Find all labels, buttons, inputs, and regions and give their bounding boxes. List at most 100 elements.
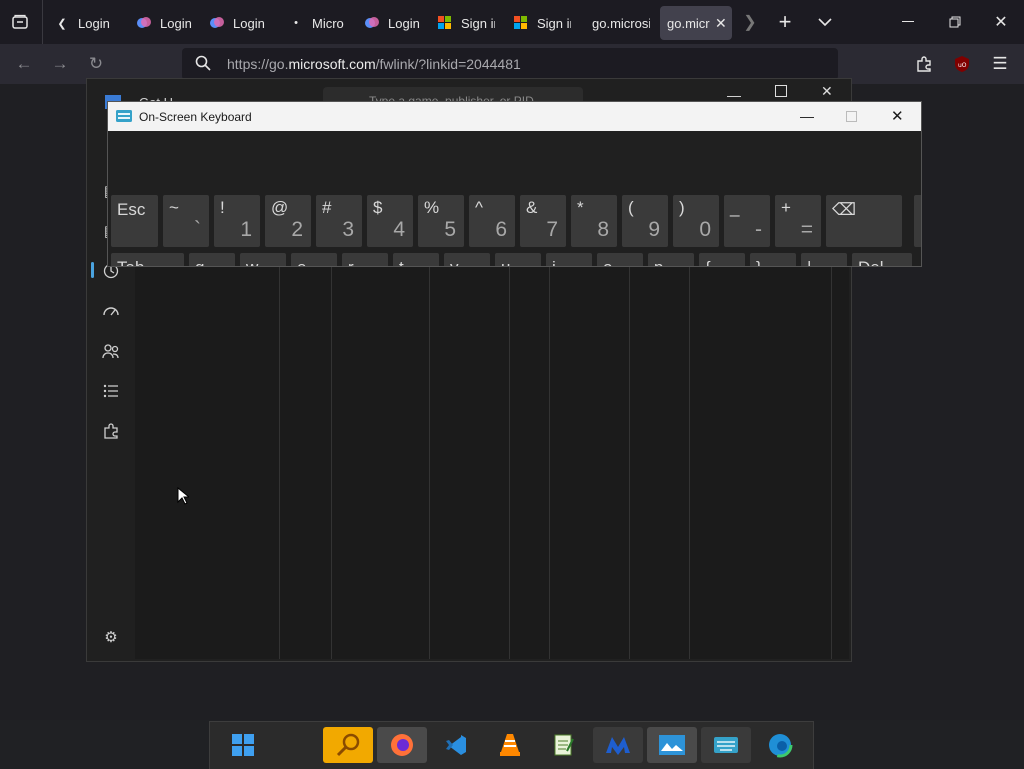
- tab-7[interactable]: Sign in: [513, 6, 571, 40]
- scroll-tabs-right-icon[interactable]: ❯: [736, 8, 764, 36]
- column-divider: [279, 265, 280, 659]
- osk-key[interactable]: p: [648, 253, 694, 266]
- osk-key[interactable]: Del: [852, 253, 912, 266]
- extensions-puzzle-icon[interactable]: [910, 50, 938, 78]
- copilot-icon: [209, 15, 225, 31]
- settings-icon[interactable]: ⚙: [95, 623, 127, 651]
- list-tabs-chevron-down-icon[interactable]: [811, 8, 839, 36]
- vscode-icon[interactable]: [431, 727, 481, 763]
- tab-8[interactable]: go.microsi: [592, 6, 650, 40]
- osk-key[interactable]: ) 0: [673, 195, 719, 247]
- osk-key[interactable]: ^ 6: [469, 195, 515, 247]
- osk-key-partial[interactable]: [914, 195, 921, 247]
- osk-key[interactable]: #3: [316, 195, 362, 247]
- tab-3[interactable]: Login: [209, 6, 269, 40]
- osk-key[interactable]: i: [546, 253, 592, 266]
- users-icon[interactable]: [95, 337, 127, 365]
- minimize-icon[interactable]: [894, 8, 922, 36]
- osk-key-label: 8: [597, 218, 609, 241]
- osk-key[interactable]: @2: [265, 195, 311, 247]
- osk-key[interactable]: ⌫: [826, 195, 902, 247]
- malwarebytes-icon[interactable]: [593, 727, 643, 763]
- osk-key[interactable]: & 7: [520, 195, 566, 247]
- osk-key[interactable]: o: [597, 253, 643, 266]
- url-prefix: https://go.: [227, 56, 289, 72]
- new-tab-icon[interactable]: +: [771, 8, 799, 36]
- osk-key-shift-label: $: [373, 198, 383, 217]
- osk-close-icon[interactable]: ✕: [891, 107, 904, 125]
- osk-key[interactable]: w: [240, 253, 286, 266]
- osk-key[interactable]: r: [342, 253, 388, 266]
- tab-6[interactable]: Sign in: [437, 6, 495, 40]
- tab-4[interactable]: • Micros: [288, 6, 344, 40]
- puzzle-icon[interactable]: [95, 417, 127, 445]
- notepad-icon[interactable]: [539, 727, 589, 763]
- reload-icon[interactable]: ↻: [82, 50, 110, 78]
- tab-2[interactable]: Login: [136, 6, 196, 40]
- tab-9-label: go.micr: [667, 15, 710, 31]
- browser-tab-bar: ❮ Login Login Login • Micros Login Sign …: [0, 0, 1024, 44]
- osk-key[interactable]: u: [495, 253, 541, 266]
- osk-key-label: ⌫: [832, 200, 857, 219]
- windows-start-icon[interactable]: [218, 727, 268, 763]
- osk-key[interactable]: }: [750, 253, 796, 266]
- copilot-icon: [364, 15, 380, 31]
- list-icon[interactable]: [95, 377, 127, 405]
- osk-key[interactable]: e: [291, 253, 337, 266]
- restore-icon[interactable]: [941, 8, 969, 36]
- search-icon: [195, 55, 211, 76]
- osk-key-shift-label: %: [424, 198, 440, 217]
- osk-key[interactable]: * 8: [571, 195, 617, 247]
- osk-key[interactable]: q: [189, 253, 235, 266]
- search-tool-icon[interactable]: [323, 727, 373, 763]
- column-divider: [689, 265, 690, 659]
- tab-5[interactable]: Login: [364, 6, 424, 40]
- osk-key-label: =: [800, 218, 813, 241]
- speedometer-icon[interactable]: [95, 297, 127, 325]
- osk-minimize-icon[interactable]: —: [800, 108, 814, 124]
- osk-key[interactable]: Tab: [111, 253, 184, 266]
- photo-app-icon[interactable]: [647, 727, 697, 763]
- osk-key[interactable]: + =: [775, 195, 821, 247]
- microsoft-logo-icon: [437, 15, 453, 31]
- osk-key[interactable]: _ -: [724, 195, 770, 247]
- osk-key-shift-label: @: [271, 198, 289, 217]
- back-arrow-icon[interactable]: ←: [10, 50, 38, 78]
- osk-key[interactable]: Esc: [111, 195, 158, 247]
- tab-overview-icon[interactable]: [6, 8, 34, 36]
- tab-9-active[interactable]: go.micr ✕: [660, 6, 732, 40]
- osk-key[interactable]: (9: [622, 195, 668, 247]
- forward-arrow-icon[interactable]: →: [46, 50, 74, 78]
- osk-key-shift-label: (: [628, 198, 634, 217]
- store-close-icon[interactable]: ✕: [821, 83, 833, 100]
- firefox-icon[interactable]: [377, 727, 427, 763]
- osk-key[interactable]: t: [393, 253, 439, 266]
- osk-title: On-Screen Keyboard: [139, 110, 252, 124]
- osk-key-label: o: [603, 258, 612, 266]
- ublock-shield-icon[interactable]: uO: [948, 50, 976, 78]
- url-path: /fwlink/?linkid=2044481: [375, 56, 521, 72]
- menu-hamburger-icon[interactable]: ☰: [986, 50, 1014, 78]
- osk-key[interactable]: ! 1: [214, 195, 260, 247]
- osk-key[interactable]: {: [699, 253, 745, 266]
- vlc-icon[interactable]: [485, 727, 535, 763]
- dot-icon: •: [294, 17, 298, 29]
- tab-6-label: Sign in: [461, 15, 495, 31]
- osk-key-shift-label: !: [220, 198, 225, 217]
- tab-2-label: Login: [160, 15, 192, 31]
- osk-key[interactable]: ~ `: [163, 195, 209, 247]
- osk-key-label: Esc: [117, 200, 146, 219]
- close-window-icon[interactable]: ✕: [987, 8, 1015, 36]
- tab-8-label: go.microsi: [592, 15, 650, 31]
- osk-key[interactable]: $4: [367, 195, 413, 247]
- osk-key[interactable]: % 5: [418, 195, 464, 247]
- selected-indicator: [91, 262, 94, 278]
- edge-icon[interactable]: [755, 727, 805, 763]
- tab-close-icon[interactable]: ✕: [715, 15, 727, 32]
- tab-1[interactable]: ❮ Login: [54, 6, 120, 40]
- url-bar[interactable]: https://go.microsoft.com/fwlink/?linkid=…: [182, 48, 838, 80]
- store-maximize-icon[interactable]: [775, 85, 787, 97]
- osk-key[interactable]: y: [444, 253, 490, 266]
- on-screen-keyboard-icon[interactable]: [701, 727, 751, 763]
- osk-key[interactable]: |: [801, 253, 847, 266]
